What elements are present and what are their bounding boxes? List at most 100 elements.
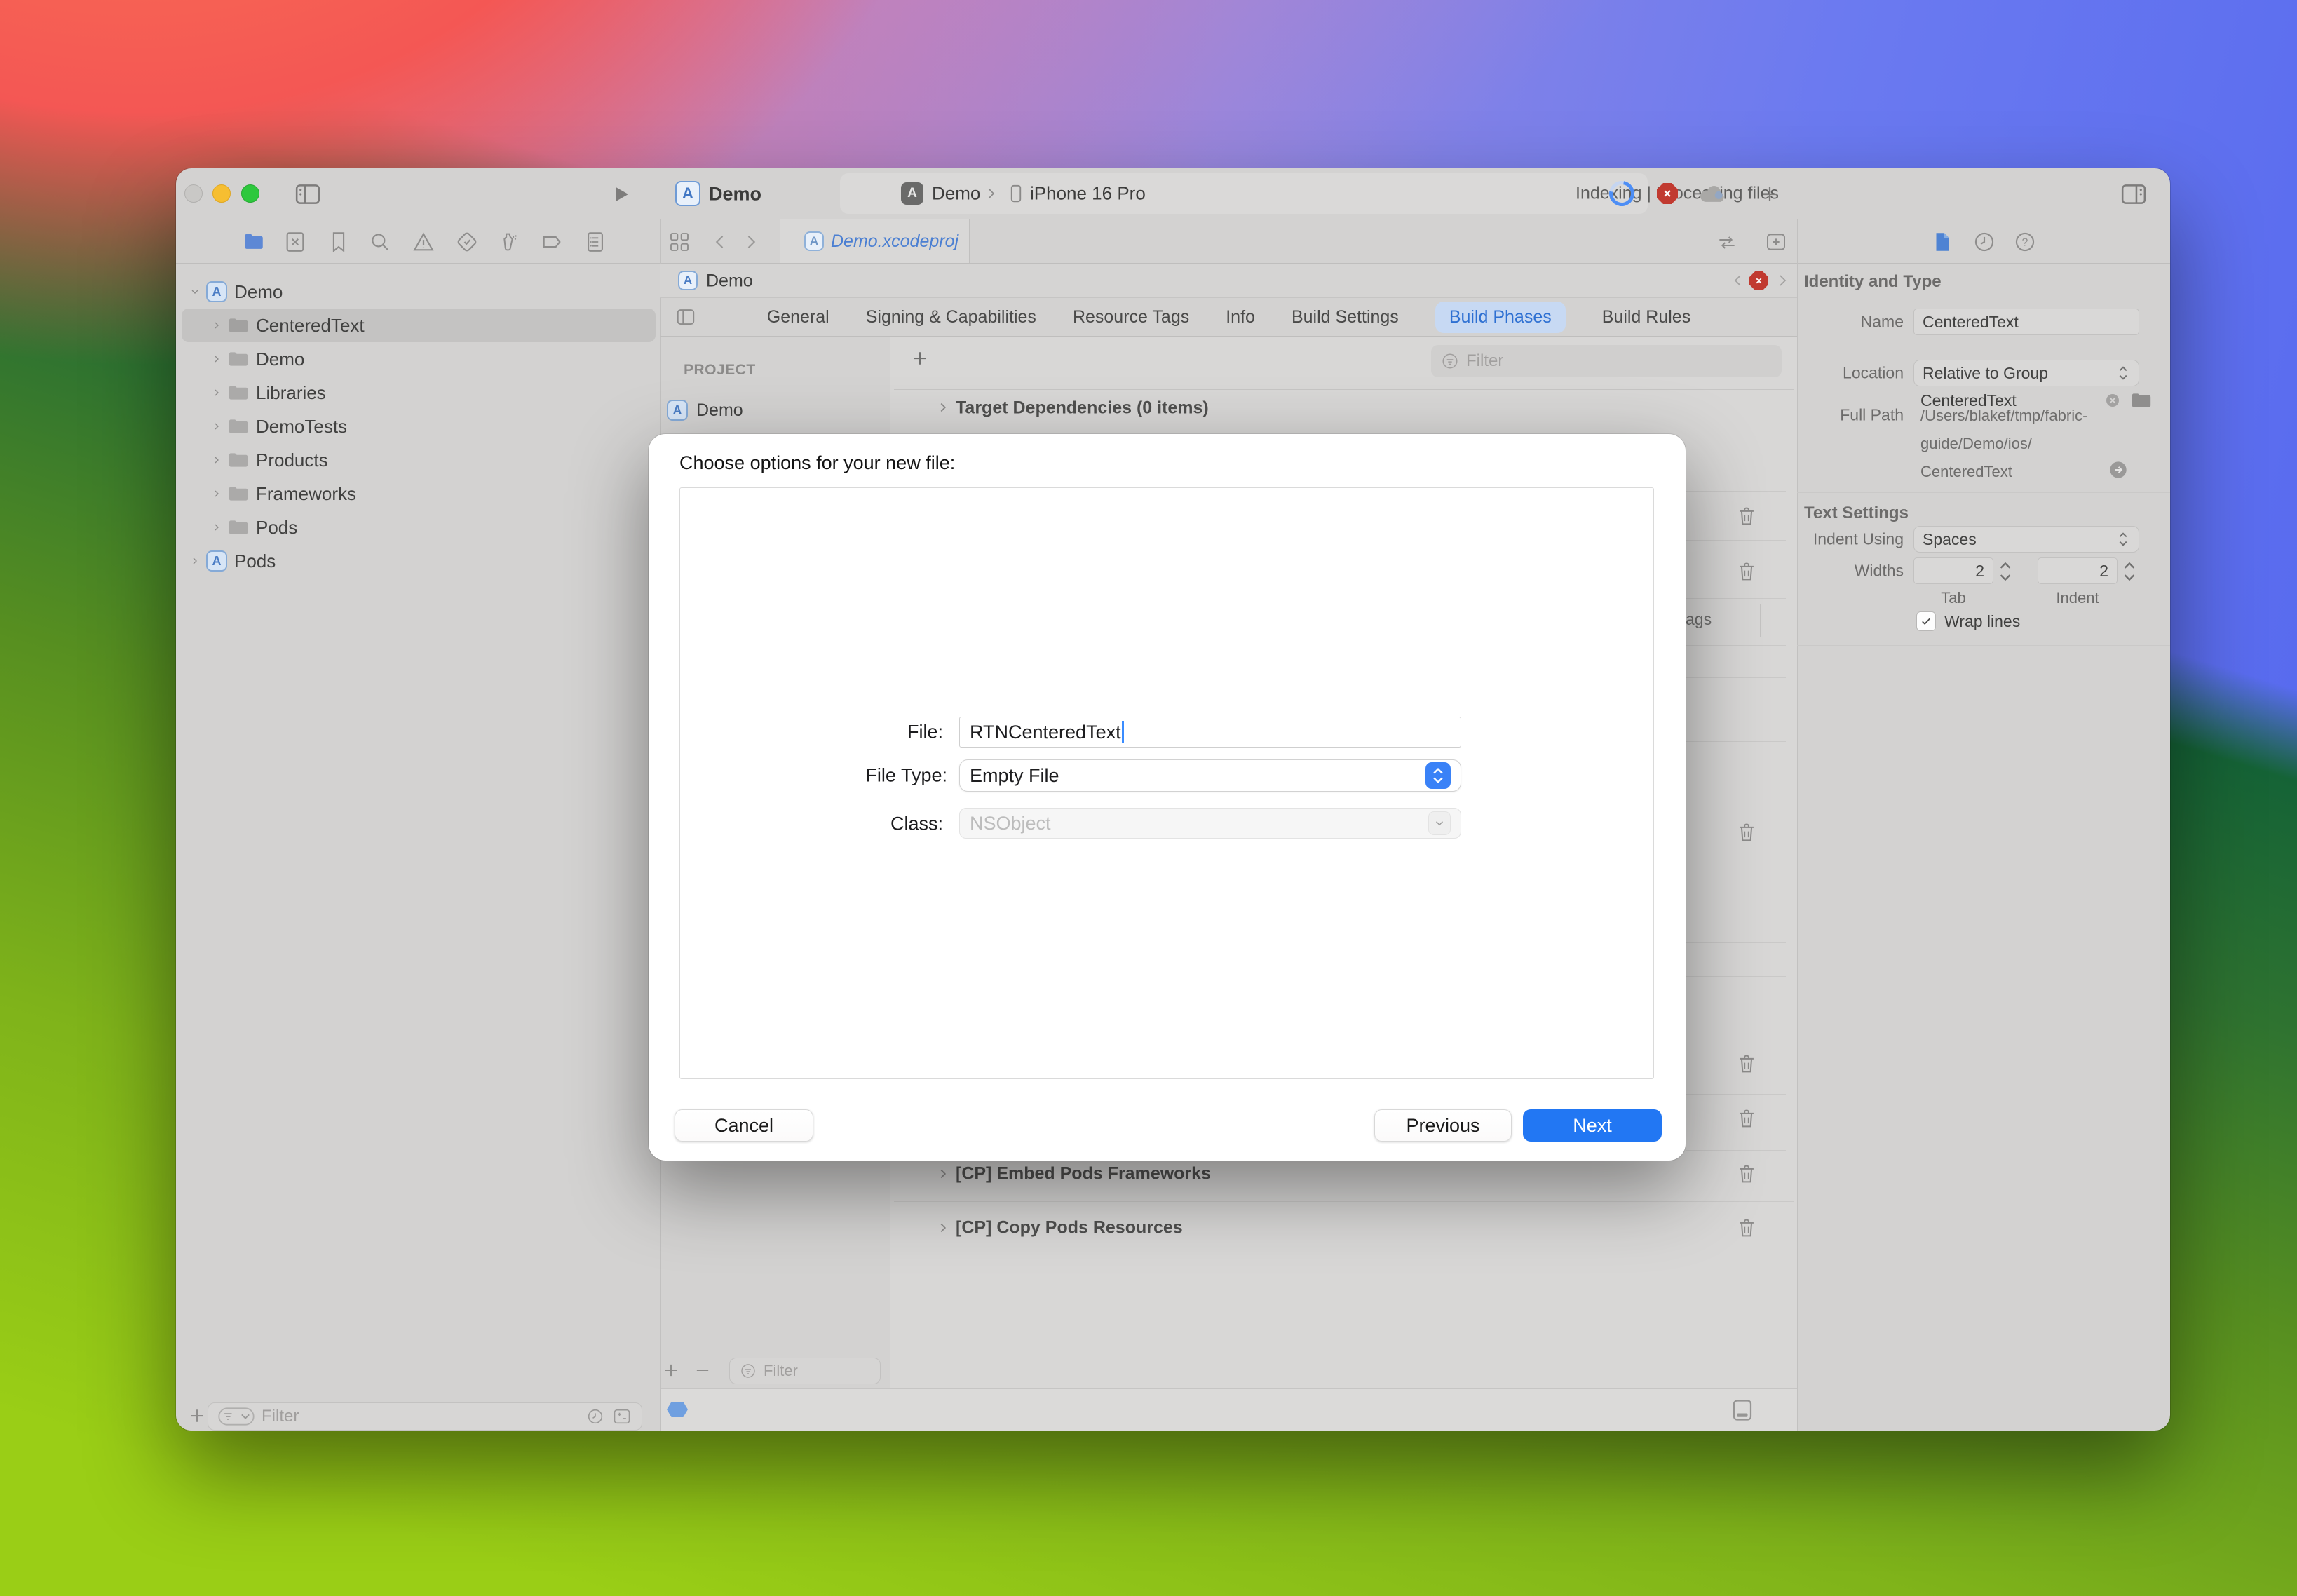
error-badge-icon[interactable] xyxy=(1657,183,1678,204)
indent-using-popup[interactable]: Spaces xyxy=(1913,526,2139,553)
add-project-icon[interactable] xyxy=(661,1360,681,1380)
add-build-phase-icon[interactable] xyxy=(909,348,930,369)
tree-item-demo-folder[interactable]: Demo xyxy=(176,342,660,376)
report-navigator-icon[interactable] xyxy=(583,230,607,254)
wrap-lines-checkbox[interactable] xyxy=(1916,611,1936,631)
popup-stepper-icon[interactable] xyxy=(1425,762,1451,789)
disclosure-open-icon[interactable] xyxy=(189,285,201,299)
forward-icon[interactable] xyxy=(741,232,761,252)
inspector-divider[interactable] xyxy=(1797,219,1798,1431)
tree-item-pods-folder[interactable]: Pods xyxy=(176,510,660,544)
project-column-filter-input[interactable]: Filter xyxy=(729,1358,881,1384)
delete-phase-icon[interactable] xyxy=(1735,504,1759,528)
file-inspector-icon[interactable] xyxy=(1930,230,1954,254)
next-issue-icon[interactable] xyxy=(1774,272,1791,289)
choose-folder-icon[interactable] xyxy=(2131,392,2152,409)
editor-tab[interactable]: A Demo.xcodeproj xyxy=(780,219,970,263)
breakpoint-navigator-icon[interactable] xyxy=(540,230,564,254)
file-type-popup[interactable]: Empty File xyxy=(959,759,1461,792)
disclosure-icon[interactable] xyxy=(211,453,222,467)
delete-phase-icon[interactable] xyxy=(1735,1162,1759,1186)
navigator-filter-input[interactable]: Filter xyxy=(208,1402,642,1431)
delete-phase-icon[interactable] xyxy=(1735,820,1759,844)
add-toolbar-icon[interactable] xyxy=(1759,184,1780,205)
run-button[interactable] xyxy=(611,184,632,205)
tree-item-libraries[interactable]: Libraries xyxy=(176,376,660,410)
tree-item-frameworks[interactable]: Frameworks xyxy=(176,477,660,510)
close-button[interactable] xyxy=(184,184,203,203)
remove-project-icon[interactable] xyxy=(693,1360,712,1380)
scheme-device[interactable]: iPhone 16 Pro xyxy=(1030,183,1146,205)
tree-item-pods-project[interactable]: A Pods xyxy=(176,544,660,578)
swap-editor-icon[interactable] xyxy=(1716,231,1738,254)
add-editor-icon[interactable] xyxy=(1765,231,1787,253)
source-control-navigator-icon[interactable] xyxy=(283,230,307,254)
find-navigator-icon[interactable] xyxy=(368,230,392,254)
open-path-arrow-icon[interactable] xyxy=(2108,460,2128,480)
disclosure-icon[interactable] xyxy=(211,419,222,433)
tab-resource-tags[interactable]: Resource Tags xyxy=(1073,307,1189,327)
file-name-input[interactable]: RTNCenteredText xyxy=(959,717,1461,748)
indent-width-field[interactable]: 2 xyxy=(2038,557,2118,584)
debug-area-toggle-icon[interactable] xyxy=(1730,1398,1755,1423)
related-items-icon[interactable] xyxy=(668,231,691,253)
next-button[interactable]: Next xyxy=(1523,1109,1662,1142)
issue-navigator-icon[interactable] xyxy=(412,230,435,254)
disclosure-icon[interactable] xyxy=(211,487,222,501)
zoom-button[interactable] xyxy=(241,184,259,203)
debug-navigator-icon[interactable] xyxy=(496,230,520,254)
tab-build-rules[interactable]: Build Rules xyxy=(1602,307,1690,327)
tree-item-centeredtext[interactable]: CenteredText xyxy=(176,309,660,342)
breakpoint-toggle-icon[interactable] xyxy=(667,1402,688,1417)
build-phase-copy-pods[interactable]: [CP] Copy Pods Resources xyxy=(956,1218,1183,1238)
tab-build-phases[interactable]: Build Phases xyxy=(1435,302,1566,333)
back-icon[interactable] xyxy=(710,232,730,252)
recent-filter-icon[interactable] xyxy=(585,1407,605,1426)
indent-width-stepper[interactable] xyxy=(2122,559,2137,584)
add-item-icon[interactable] xyxy=(187,1405,208,1426)
name-field[interactable]: CenteredText xyxy=(1913,309,2139,335)
tab-width-stepper[interactable] xyxy=(1998,559,2013,584)
disclosure-icon[interactable] xyxy=(211,520,222,534)
disclosure-icon[interactable] xyxy=(935,1220,951,1236)
editor-sidebar-toggle-icon[interactable] xyxy=(675,306,696,327)
cancel-button[interactable]: Cancel xyxy=(675,1109,813,1142)
test-navigator-icon[interactable] xyxy=(455,230,479,254)
tab-width-field[interactable]: 2 xyxy=(1913,557,1993,584)
scm-status-filter-icon[interactable] xyxy=(612,1407,632,1426)
tree-item-demotests[interactable]: DemoTests xyxy=(176,410,660,443)
tab-general[interactable]: General xyxy=(767,307,829,327)
disclosure-icon[interactable] xyxy=(211,318,222,332)
delete-phase-icon[interactable] xyxy=(1735,1216,1759,1240)
delete-phase-icon[interactable] xyxy=(1735,560,1759,583)
build-phase-target-dependencies[interactable]: Target Dependencies (0 items) xyxy=(956,398,1209,419)
delete-phase-icon[interactable] xyxy=(1735,1052,1759,1076)
scheme-target[interactable]: Demo xyxy=(932,183,980,205)
build-phase-embed-pods[interactable]: [CP] Embed Pods Frameworks xyxy=(956,1164,1211,1184)
location-popup[interactable]: Relative to Group xyxy=(1913,360,2139,386)
disclosure-icon[interactable] xyxy=(935,400,951,415)
history-inspector-icon[interactable] xyxy=(1972,230,1996,254)
help-inspector-icon[interactable]: ? xyxy=(2013,230,2037,254)
issue-badge-icon[interactable] xyxy=(1749,271,1768,290)
disclosure-icon[interactable] xyxy=(935,1166,951,1182)
tab-build-settings[interactable]: Build Settings xyxy=(1292,307,1399,327)
disclosure-icon[interactable] xyxy=(189,554,201,568)
breadcrumb[interactable]: Demo xyxy=(706,271,753,292)
filter-menu-icon[interactable] xyxy=(218,1407,255,1426)
tree-item-products[interactable]: Products xyxy=(176,443,660,477)
bookmark-navigator-icon[interactable] xyxy=(327,230,351,254)
sidebar-toggle-icon[interactable] xyxy=(294,181,322,208)
disclosure-icon[interactable] xyxy=(211,352,222,366)
build-phases-filter-input[interactable]: Filter xyxy=(1431,345,1782,377)
project-list-item[interactable]: A Demo xyxy=(667,400,743,421)
previous-button[interactable]: Previous xyxy=(1374,1109,1512,1142)
disclosure-icon[interactable] xyxy=(211,386,222,400)
tab-signing-capabilities[interactable]: Signing & Capabilities xyxy=(866,307,1036,327)
tab-info[interactable]: Info xyxy=(1226,307,1255,327)
scheme-selector[interactable]: A Demo iPhone 16 Pro Indexing | Processi… xyxy=(840,173,1648,214)
inspector-toggle-icon[interactable] xyxy=(2120,181,2148,208)
previous-issue-icon[interactable] xyxy=(1730,272,1747,289)
tree-item-demo-project[interactable]: A Demo xyxy=(176,275,660,309)
minimize-button[interactable] xyxy=(212,184,231,203)
